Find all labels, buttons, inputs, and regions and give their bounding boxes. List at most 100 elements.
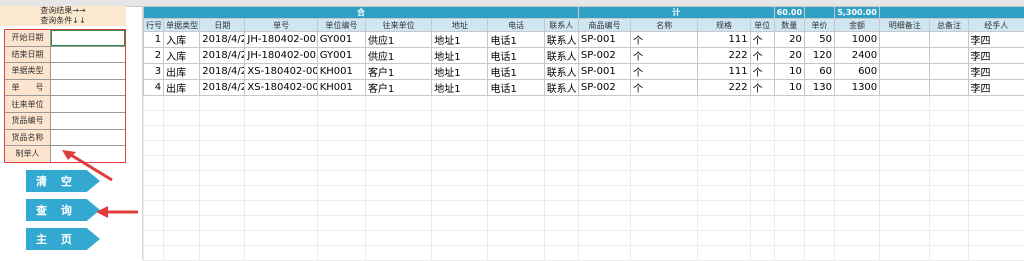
condition-input[interactable] bbox=[51, 96, 125, 112]
empty-cell[interactable] bbox=[578, 141, 630, 156]
table-cell[interactable]: 联系人 bbox=[544, 32, 578, 48]
empty-cell[interactable] bbox=[774, 171, 804, 186]
table-cell[interactable]: 李四 bbox=[968, 80, 1024, 96]
empty-cell[interactable] bbox=[317, 186, 365, 201]
empty-cell[interactable] bbox=[968, 141, 1024, 156]
table-cell[interactable]: 出库 bbox=[164, 64, 200, 80]
table-cell[interactable] bbox=[930, 32, 968, 48]
empty-cell[interactable] bbox=[750, 246, 774, 261]
empty-cell[interactable] bbox=[631, 231, 698, 246]
empty-cell[interactable] bbox=[804, 186, 834, 201]
table-cell[interactable]: 客户1 bbox=[365, 80, 431, 96]
table-cell[interactable]: 1000 bbox=[834, 32, 879, 48]
table-cell[interactable]: 111 bbox=[698, 64, 750, 80]
empty-cell[interactable] bbox=[432, 216, 488, 231]
empty-cell[interactable] bbox=[432, 231, 488, 246]
empty-cell[interactable] bbox=[968, 171, 1024, 186]
empty-cell[interactable] bbox=[750, 216, 774, 231]
empty-cell[interactable] bbox=[200, 171, 245, 186]
empty-cell[interactable] bbox=[488, 246, 544, 261]
empty-cell[interactable] bbox=[544, 156, 578, 171]
table-cell[interactable]: 1300 bbox=[834, 80, 879, 96]
empty-cell[interactable] bbox=[144, 186, 164, 201]
empty-cell[interactable] bbox=[834, 201, 879, 216]
table-row[interactable]: 4出库2018/4/2XS-180402-007KH001客户1地址1电话1联系… bbox=[144, 80, 1024, 96]
empty-cell[interactable] bbox=[432, 246, 488, 261]
empty-cell[interactable] bbox=[930, 141, 968, 156]
column-header[interactable]: 经手人 bbox=[968, 19, 1024, 32]
empty-cell[interactable] bbox=[578, 231, 630, 246]
column-header[interactable]: 单据类型 bbox=[164, 19, 200, 32]
empty-cell[interactable] bbox=[804, 246, 834, 261]
empty-cell[interactable] bbox=[774, 96, 804, 111]
empty-cell[interactable] bbox=[164, 156, 200, 171]
empty-cell[interactable] bbox=[488, 216, 544, 231]
empty-cell[interactable] bbox=[804, 141, 834, 156]
empty-cell[interactable] bbox=[245, 246, 317, 261]
empty-cell[interactable] bbox=[880, 246, 930, 261]
empty-cell[interactable] bbox=[698, 156, 750, 171]
empty-cell[interactable] bbox=[245, 201, 317, 216]
empty-cell[interactable] bbox=[578, 156, 630, 171]
column-header[interactable]: 地址 bbox=[432, 19, 488, 32]
table-cell[interactable]: 电话1 bbox=[488, 48, 544, 64]
table-cell[interactable] bbox=[880, 80, 930, 96]
table-cell[interactable] bbox=[930, 80, 968, 96]
column-header[interactable]: 单位 bbox=[750, 19, 774, 32]
empty-cell[interactable] bbox=[804, 216, 834, 231]
table-cell[interactable] bbox=[880, 32, 930, 48]
empty-cell[interactable] bbox=[488, 201, 544, 216]
empty-cell[interactable] bbox=[164, 201, 200, 216]
column-header[interactable]: 名称 bbox=[631, 19, 698, 32]
empty-cell[interactable] bbox=[930, 96, 968, 111]
empty-cell[interactable] bbox=[245, 216, 317, 231]
empty-cell[interactable] bbox=[750, 171, 774, 186]
empty-cell[interactable] bbox=[365, 171, 431, 186]
empty-cell[interactable] bbox=[880, 126, 930, 141]
empty-cell[interactable] bbox=[164, 246, 200, 261]
empty-cell[interactable] bbox=[365, 141, 431, 156]
empty-cell[interactable] bbox=[698, 171, 750, 186]
empty-cell[interactable] bbox=[365, 96, 431, 111]
column-header[interactable]: 明细备注 bbox=[880, 19, 930, 32]
empty-cell[interactable] bbox=[144, 126, 164, 141]
empty-cell[interactable] bbox=[804, 201, 834, 216]
table-cell[interactable]: 个 bbox=[631, 64, 698, 80]
empty-cell[interactable] bbox=[164, 111, 200, 126]
empty-cell[interactable] bbox=[750, 141, 774, 156]
table-row[interactable]: 3出库2018/4/2XS-180402-007KH001客户1地址1电话1联系… bbox=[144, 64, 1024, 80]
empty-cell[interactable] bbox=[774, 201, 804, 216]
table-cell[interactable]: 联系人 bbox=[544, 80, 578, 96]
empty-cell[interactable] bbox=[631, 156, 698, 171]
empty-cell[interactable] bbox=[750, 96, 774, 111]
empty-cell[interactable] bbox=[774, 231, 804, 246]
empty-cell[interactable] bbox=[164, 186, 200, 201]
table-cell[interactable]: XS-180402-007 bbox=[245, 80, 317, 96]
table-cell[interactable]: 20 bbox=[774, 48, 804, 64]
empty-cell[interactable] bbox=[164, 171, 200, 186]
empty-cell[interactable] bbox=[880, 186, 930, 201]
empty-cell[interactable] bbox=[774, 111, 804, 126]
empty-cell[interactable] bbox=[578, 246, 630, 261]
empty-cell[interactable] bbox=[144, 141, 164, 156]
empty-cell[interactable] bbox=[544, 186, 578, 201]
empty-cell[interactable] bbox=[698, 246, 750, 261]
empty-cell[interactable] bbox=[200, 141, 245, 156]
empty-cell[interactable] bbox=[432, 201, 488, 216]
empty-cell[interactable] bbox=[930, 246, 968, 261]
empty-cell[interactable] bbox=[804, 111, 834, 126]
empty-cell[interactable] bbox=[245, 111, 317, 126]
table-cell[interactable]: 电话1 bbox=[488, 32, 544, 48]
condition-input[interactable] bbox=[51, 63, 125, 79]
table-cell[interactable]: 电话1 bbox=[488, 64, 544, 80]
empty-cell[interactable] bbox=[544, 96, 578, 111]
empty-cell[interactable] bbox=[488, 186, 544, 201]
empty-cell[interactable] bbox=[834, 246, 879, 261]
empty-cell[interactable] bbox=[144, 246, 164, 261]
column-header[interactable]: 单价 bbox=[804, 19, 834, 32]
empty-cell[interactable] bbox=[698, 141, 750, 156]
empty-cell[interactable] bbox=[698, 126, 750, 141]
table-cell[interactable] bbox=[880, 48, 930, 64]
table-cell[interactable]: JH-180402-003 bbox=[245, 32, 317, 48]
empty-cell[interactable] bbox=[880, 216, 930, 231]
